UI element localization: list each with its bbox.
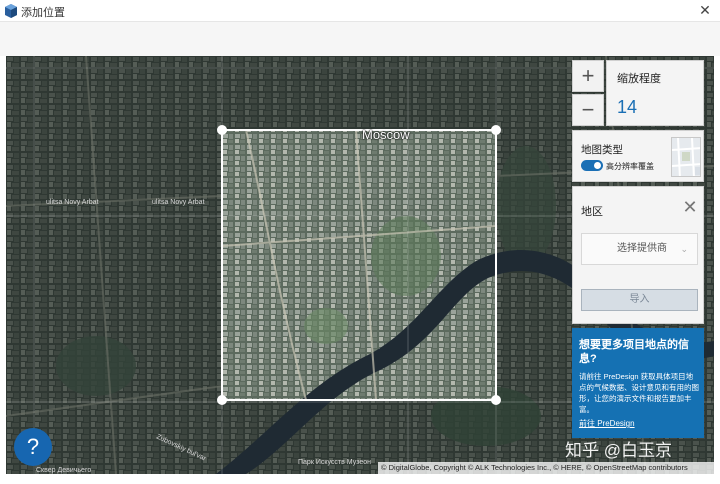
zoom-in-button[interactable]: +	[572, 60, 604, 92]
title-bar: 添加位置 ✕	[0, 0, 720, 22]
region-label: 地区	[581, 206, 603, 218]
header-strip	[0, 22, 720, 56]
selection-handle-top-right	[491, 125, 501, 135]
region-panel: 地区 ✕ 选择提供商 ⌄ 导入	[572, 186, 704, 324]
watermark-text: 知乎 @白玉京	[565, 441, 672, 460]
selection-handle-bottom-left	[217, 395, 227, 405]
zoom-label: 缩放程度	[617, 73, 661, 85]
map-style-thumbnail[interactable]	[671, 137, 701, 177]
app-cube-icon	[5, 4, 17, 18]
high-res-toggle-label: 高分辨率覆盖	[606, 162, 654, 171]
street-label: Сквер Девичьего	[36, 467, 91, 474]
predesign-info-panel: 想要更多项目地点的信息? 请前往 PreDesign 获取具体项目地点的气候数据…	[572, 328, 704, 438]
region-close-icon[interactable]: ✕	[681, 197, 699, 217]
zoom-panel: 缩放程度 14	[606, 60, 704, 126]
provider-select-placeholder: 选择提供商	[617, 243, 667, 254]
high-res-toggle[interactable]	[581, 160, 603, 171]
street-label: ulitsa Novy Arbat	[46, 199, 99, 206]
window-close-button[interactable]: ✕	[696, 1, 714, 19]
selection-handle-bottom-right	[491, 395, 501, 405]
map-type-panel: 地图类型 高分辨率覆盖	[572, 130, 704, 182]
map-type-label: 地图类型	[581, 144, 623, 156]
info-title: 想要更多项目地点的信息?	[579, 339, 689, 365]
chevron-down-icon: ⌄	[680, 244, 688, 254]
street-map-icon	[672, 138, 700, 176]
city-label: Moscow	[362, 127, 410, 142]
import-button[interactable]: 导入	[581, 289, 698, 311]
street-label: ulitsa Novy Arbat	[152, 199, 205, 206]
street-label: Парк Искусств Музеон	[298, 459, 371, 466]
help-button[interactable]: ?	[14, 428, 52, 466]
selection-handle-top-left	[217, 125, 227, 135]
zoom-level-value: 14	[617, 97, 638, 117]
toggle-knob	[594, 162, 601, 169]
predesign-link[interactable]: 前往 PreDesign	[579, 418, 635, 429]
provider-select[interactable]: 选择提供商 ⌄	[581, 233, 698, 265]
zoom-out-button[interactable]: −	[572, 94, 604, 126]
map-attribution: © DigitalGlobe, Copyright © ALK Technolo…	[378, 462, 714, 474]
info-body: 请前往 PreDesign 获取具体项目地点的气候数据、设计意见和有用的图形，让…	[579, 372, 699, 414]
window-title: 添加位置	[21, 7, 65, 19]
